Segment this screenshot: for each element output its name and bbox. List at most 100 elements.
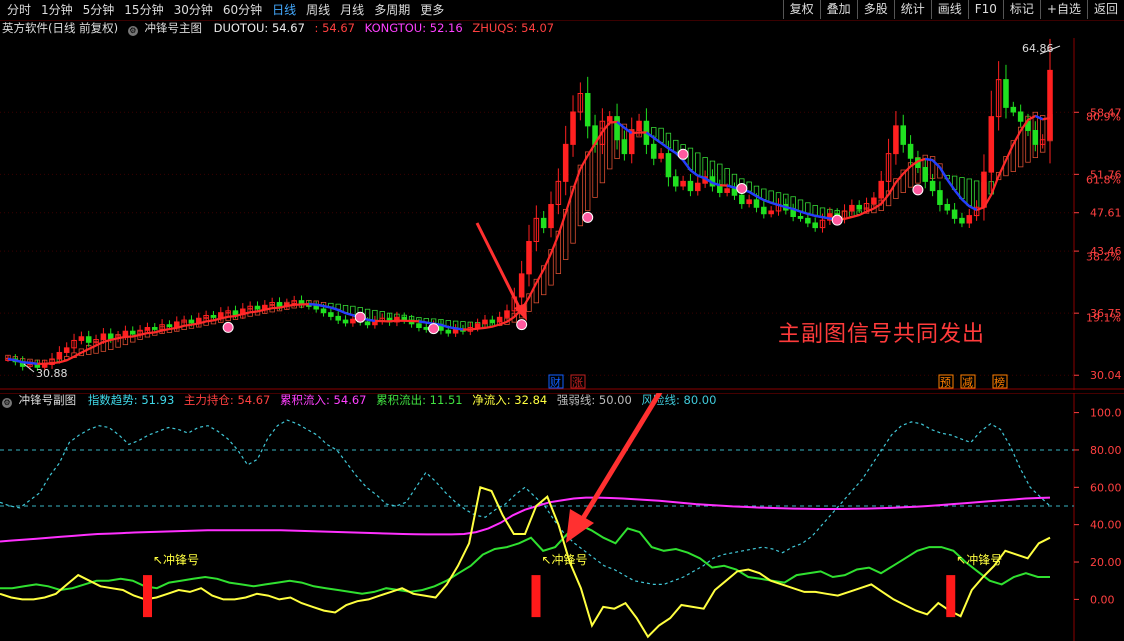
ma-line-blue bbox=[953, 189, 963, 201]
candle-body bbox=[665, 153, 672, 178]
candle-body bbox=[981, 171, 987, 208]
indicator-settings-icon[interactable]: ⚙ bbox=[127, 26, 138, 36]
candle-body bbox=[416, 323, 422, 329]
signal-bar-label: ↖冲锋号 bbox=[956, 552, 1002, 567]
candle-body bbox=[445, 329, 452, 334]
signal-bar-label: ↖冲锋号 bbox=[542, 552, 588, 567]
candle-body bbox=[658, 153, 664, 159]
candle-body bbox=[335, 315, 341, 321]
toolbar-button-5[interactable]: F10 bbox=[967, 0, 1003, 19]
period-tab-7[interactable]: 周线 bbox=[301, 2, 335, 18]
candle-body bbox=[959, 217, 965, 224]
sub-tick-label: 0.00 bbox=[1090, 593, 1115, 606]
candle-body bbox=[276, 302, 283, 307]
period-tab-3[interactable]: 15分钟 bbox=[119, 2, 168, 18]
ma-line-blue bbox=[822, 215, 831, 220]
ma-line-blue bbox=[455, 327, 464, 331]
period-tab-1[interactable]: 1分钟 bbox=[36, 2, 78, 18]
candle-body bbox=[496, 316, 503, 323]
candle-body bbox=[173, 321, 180, 328]
candle-body bbox=[548, 203, 554, 229]
main-chart-header: 英方软件(日线 前复权) ⚙ 冲锋号主图 DUOTOU: 54.67 : 54.… bbox=[2, 21, 560, 36]
annotation-arrow-main bbox=[475, 222, 524, 314]
ma-line-blue bbox=[814, 214, 823, 219]
candle-body bbox=[254, 305, 261, 310]
candle-body bbox=[570, 111, 576, 145]
signal-marker bbox=[516, 319, 528, 331]
duotou-value-2: : 54.67 bbox=[314, 21, 355, 35]
candle-body bbox=[489, 319, 496, 323]
signal-marker bbox=[831, 214, 843, 226]
candle-body bbox=[526, 240, 532, 275]
candle-body bbox=[1032, 129, 1039, 145]
signal-marker bbox=[222, 321, 234, 333]
candle-body bbox=[482, 319, 488, 325]
candle-body bbox=[562, 143, 569, 182]
candle-body bbox=[680, 180, 686, 187]
high-price-label: 64.86 bbox=[1022, 42, 1054, 55]
period-tab-0[interactable]: 分时 bbox=[2, 2, 36, 18]
ma-line-blue bbox=[29, 361, 38, 365]
signal-marker bbox=[582, 211, 594, 223]
sub-indicator-chart[interactable]: 100.0 80.00 60.00 40.00 20.00 0.00 ↖冲锋号 ↖冲锋号 ↖冲锋… bbox=[0, 393, 1124, 641]
candle-body bbox=[893, 125, 899, 155]
period-tab-8[interactable]: 月线 bbox=[335, 2, 369, 18]
ma-line-blue bbox=[925, 157, 933, 162]
ma-line-blue bbox=[1034, 114, 1044, 121]
ma-line-blue bbox=[308, 302, 317, 306]
candle-body bbox=[350, 318, 356, 324]
ribbon-box bbox=[805, 202, 811, 214]
toolbar-button-7[interactable]: +自选 bbox=[1039, 0, 1087, 19]
period-tab-4[interactable]: 30分钟 bbox=[169, 2, 218, 18]
period-tabs: 分时 1分钟 5分钟 15分钟 30分钟 60分钟 日线 周线 月线 多周期 更多 bbox=[2, 2, 449, 18]
signal-marker bbox=[912, 184, 924, 196]
candle-body bbox=[724, 188, 730, 193]
ma-line-blue bbox=[697, 174, 706, 180]
period-tab-5[interactable]: 60分钟 bbox=[218, 2, 267, 18]
toolbar-button-3[interactable]: 统计 bbox=[893, 0, 931, 19]
ma-line-blue bbox=[367, 318, 376, 323]
candle-body bbox=[805, 217, 811, 224]
candle-body bbox=[907, 143, 914, 159]
toolbar-button-4[interactable]: 画线 bbox=[930, 0, 968, 19]
toolbar-button-0[interactable]: 复权 bbox=[782, 0, 820, 19]
main-indicator-name[interactable]: 冲锋号主图 bbox=[144, 21, 202, 35]
period-tab-9[interactable]: 多周期 bbox=[369, 2, 415, 18]
toolbar-button-6[interactable]: 标记 bbox=[1002, 0, 1040, 19]
signal-bar-label: ↖冲锋号 bbox=[153, 552, 199, 567]
sub-tick-label: 60.00 bbox=[1090, 481, 1122, 494]
candle-body bbox=[342, 319, 349, 324]
period-tab-10[interactable]: 更多 bbox=[415, 2, 449, 18]
annotation-arrow-sub bbox=[579, 393, 663, 522]
candle-body bbox=[761, 206, 767, 215]
ma-line-blue bbox=[961, 198, 971, 208]
annotation-text: 主副图信号共同发出 bbox=[778, 322, 986, 347]
ma-line-blue bbox=[7, 357, 16, 362]
event-badge-text: 预 bbox=[940, 376, 951, 389]
ma-line-blue bbox=[807, 212, 816, 218]
toolbar-button-8[interactable]: 返回 bbox=[1086, 0, 1124, 19]
candle-body bbox=[56, 351, 63, 360]
ma-line-blue bbox=[968, 205, 978, 211]
signal-bar bbox=[143, 575, 152, 618]
candle-body bbox=[107, 333, 114, 340]
candle-body bbox=[218, 312, 224, 318]
toolbar-button-2[interactable]: 多股 bbox=[856, 0, 894, 19]
signal-marker bbox=[677, 148, 689, 160]
ribbon-box bbox=[658, 127, 664, 143]
candle-body bbox=[621, 139, 628, 155]
period-tab-6[interactable]: 日线 bbox=[267, 2, 301, 18]
toolbar-button-1[interactable]: 叠加 bbox=[819, 0, 857, 19]
period-tab-2[interactable]: 5分钟 bbox=[78, 2, 120, 18]
sub-tick-label: 80.00 bbox=[1090, 444, 1122, 457]
candle-body bbox=[151, 327, 158, 330]
candle-body bbox=[731, 188, 738, 196]
candle-body bbox=[937, 190, 943, 205]
ma-line-blue bbox=[682, 159, 692, 171]
signal-bar bbox=[531, 575, 541, 618]
sub-tick-label: 40.00 bbox=[1090, 519, 1122, 532]
zhuqs-value: ZHUQS: 54.07 bbox=[472, 21, 555, 35]
ribbon-box bbox=[673, 139, 679, 153]
pct-tick-label: 19.1% bbox=[1086, 311, 1121, 324]
event-badge-text: 榜 bbox=[994, 375, 1005, 389]
